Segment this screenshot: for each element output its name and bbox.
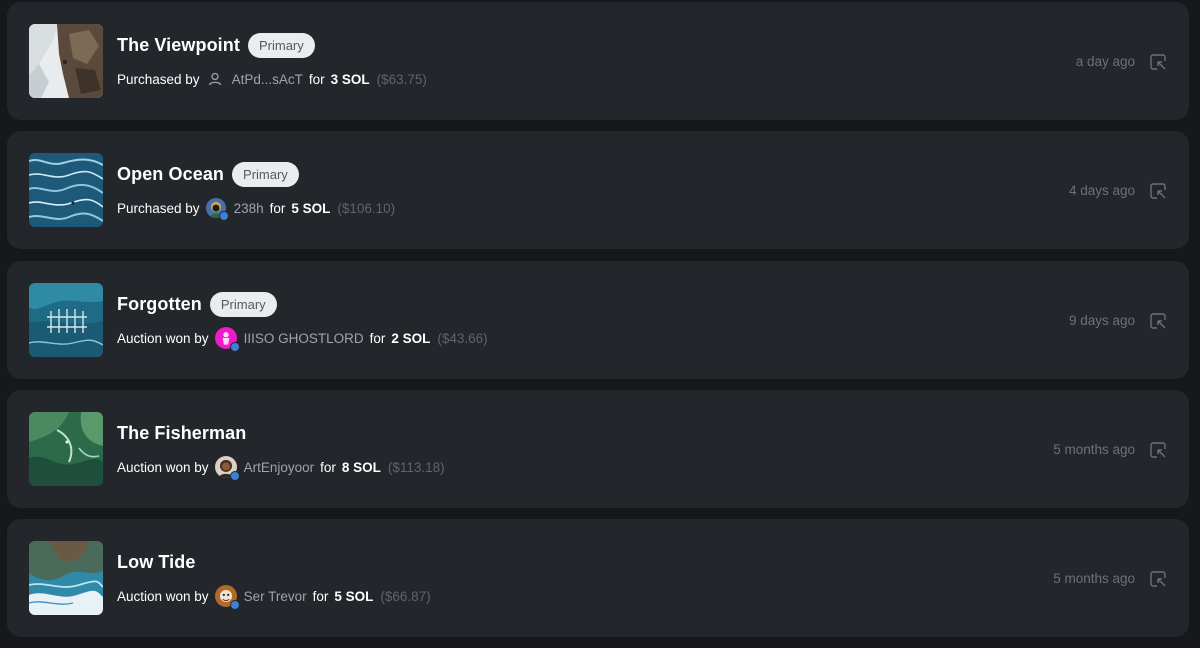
sale-card[interactable]: The Viewpoint Primary Purchased by AtPd.…: [7, 2, 1189, 120]
generic-user-icon: [207, 71, 223, 87]
sale-timestamp: 5 months ago: [1053, 442, 1135, 457]
for-label: for: [269, 200, 286, 216]
open-external-icon[interactable]: [1149, 53, 1167, 71]
buyer-username[interactable]: ArtEnjoyoor: [244, 460, 315, 475]
sale-usd-value: ($106.10): [337, 200, 396, 216]
buyer-username[interactable]: 238h: [234, 201, 264, 216]
verified-badge-icon: [229, 471, 240, 481]
user-avatar[interactable]: [205, 198, 229, 221]
verified-badge-icon: [229, 600, 240, 610]
sale-usd-value: ($63.75): [376, 71, 427, 87]
sale-amount: 3 SOL: [330, 71, 370, 87]
sale-action-label: Auction won by: [117, 330, 209, 346]
open-external-icon[interactable]: [1149, 570, 1167, 588]
sale-card[interactable]: Forgotten Primary Auction won by IIISO G…: [7, 261, 1189, 379]
sale-card[interactable]: Open Ocean Primary Purchased by 238h for…: [7, 131, 1189, 249]
verified-badge-icon: [229, 342, 240, 352]
user-avatar[interactable]: [214, 327, 240, 352]
artwork-title[interactable]: Forgotten: [117, 294, 202, 315]
sale-usd-value: ($113.18): [387, 459, 445, 475]
sale-usd-value: ($43.66): [437, 330, 488, 346]
verified-badge-icon: [218, 211, 229, 221]
user-avatar[interactable]: [214, 456, 240, 481]
sale-action-label: Purchased by: [117, 200, 200, 216]
user-avatar[interactable]: [214, 585, 240, 610]
sale-action-label: Auction won by: [117, 588, 209, 604]
artwork-thumbnail[interactable]: [29, 541, 103, 615]
artwork-thumbnail[interactable]: [29, 153, 103, 227]
sale-timestamp: a day ago: [1075, 54, 1135, 69]
sale-amount: 5 SOL: [334, 588, 374, 604]
artwork-title[interactable]: Low Tide: [117, 552, 195, 573]
sale-timestamp: 9 days ago: [1068, 313, 1135, 328]
for-label: for: [312, 588, 329, 604]
sale-amount: 8 SOL: [341, 459, 381, 475]
artwork-title[interactable]: The Fisherman: [117, 423, 246, 444]
buyer-username[interactable]: AtPd...sAcT: [232, 72, 303, 87]
for-label: for: [308, 71, 325, 87]
sale-timestamp: 5 months ago: [1053, 571, 1135, 586]
artwork-thumbnail[interactable]: [29, 412, 103, 486]
artwork-title[interactable]: Open Ocean: [117, 164, 224, 185]
sale-timestamp: 4 days ago: [1068, 183, 1135, 198]
artwork-thumbnail[interactable]: [29, 24, 103, 98]
for-label: for: [369, 330, 386, 346]
sale-amount: 5 SOL: [291, 200, 331, 216]
sale-type-badge: Primary: [209, 291, 277, 317]
buyer-username[interactable]: IIISO GHOSTLORD: [244, 331, 364, 346]
sale-card[interactable]: The Fisherman Auction won by ArtEnjoyoor…: [7, 390, 1189, 508]
buyer-username[interactable]: Ser Trevor: [244, 589, 307, 604]
sale-usd-value: ($66.87): [380, 588, 431, 604]
open-external-icon[interactable]: [1149, 182, 1167, 200]
sale-action-label: Purchased by: [117, 71, 200, 87]
open-external-icon[interactable]: [1149, 312, 1167, 330]
for-label: for: [320, 459, 336, 475]
open-external-icon[interactable]: [1149, 441, 1167, 459]
sale-amount: 2 SOL: [391, 330, 431, 346]
sale-card[interactable]: Low Tide Auction won by Ser Trevor for 5…: [7, 519, 1189, 637]
artwork-title[interactable]: The Viewpoint: [117, 35, 240, 56]
sale-action-label: Auction won by: [117, 459, 209, 475]
sale-type-badge: Primary: [232, 161, 299, 187]
sale-type-badge: Primary: [247, 32, 315, 58]
artwork-thumbnail[interactable]: [29, 283, 103, 357]
